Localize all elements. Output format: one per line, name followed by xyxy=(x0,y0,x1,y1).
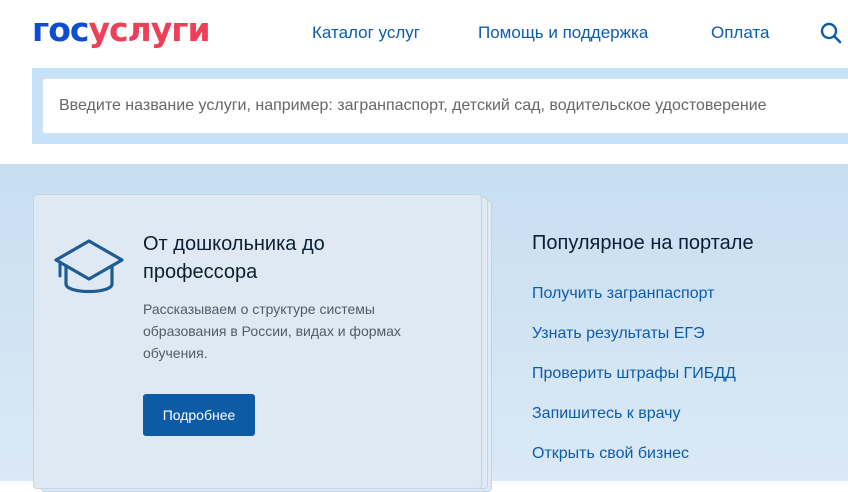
popular-link-business[interactable]: Открыть свой бизнес xyxy=(532,445,689,462)
list-item: Узнать результаты ЕГЭ xyxy=(532,323,736,363)
promo-description: Рассказываем о структуре системы образов… xyxy=(143,301,401,361)
list-item: Открыть свой бизнес xyxy=(532,443,736,483)
popular-link-doctor[interactable]: Запишитесь к врачу xyxy=(532,405,681,422)
logo-part-gos: гос xyxy=(32,10,89,49)
more-button[interactable]: Подробнее xyxy=(143,394,255,436)
promo-title: От дошкольника до профессора xyxy=(143,233,325,283)
popular-link-passport[interactable]: Получить загранпаспорт xyxy=(532,285,714,302)
nav-help-link[interactable]: Помощь и поддержка xyxy=(478,23,648,43)
popular-title: Популярное на портале xyxy=(532,232,754,254)
graduation-cap-icon xyxy=(54,239,124,294)
logo-part-uslugi: услуги xyxy=(88,10,210,49)
list-item: Проверить штрафы ГИБДД xyxy=(532,363,736,403)
nav-catalog-link[interactable]: Каталог услуг xyxy=(312,23,420,43)
nav-payment-link[interactable]: Оплата xyxy=(711,23,769,43)
popular-link-ege[interactable]: Узнать результаты ЕГЭ xyxy=(532,325,705,342)
list-item: Запишитесь к врачу xyxy=(532,403,736,443)
search-icon[interactable] xyxy=(820,22,842,44)
gosuslugi-logo[interactable]: госуслуги xyxy=(32,10,211,50)
popular-link-fines[interactable]: Проверить штрафы ГИБДД xyxy=(532,365,736,382)
list-item: Получить загранпаспорт xyxy=(532,283,736,323)
header: госуслуги Каталог услуг Помощь и поддерж… xyxy=(0,0,848,68)
service-search-input[interactable] xyxy=(42,78,848,134)
popular-list: Получить загранпаспорт Узнать результаты… xyxy=(532,283,736,483)
